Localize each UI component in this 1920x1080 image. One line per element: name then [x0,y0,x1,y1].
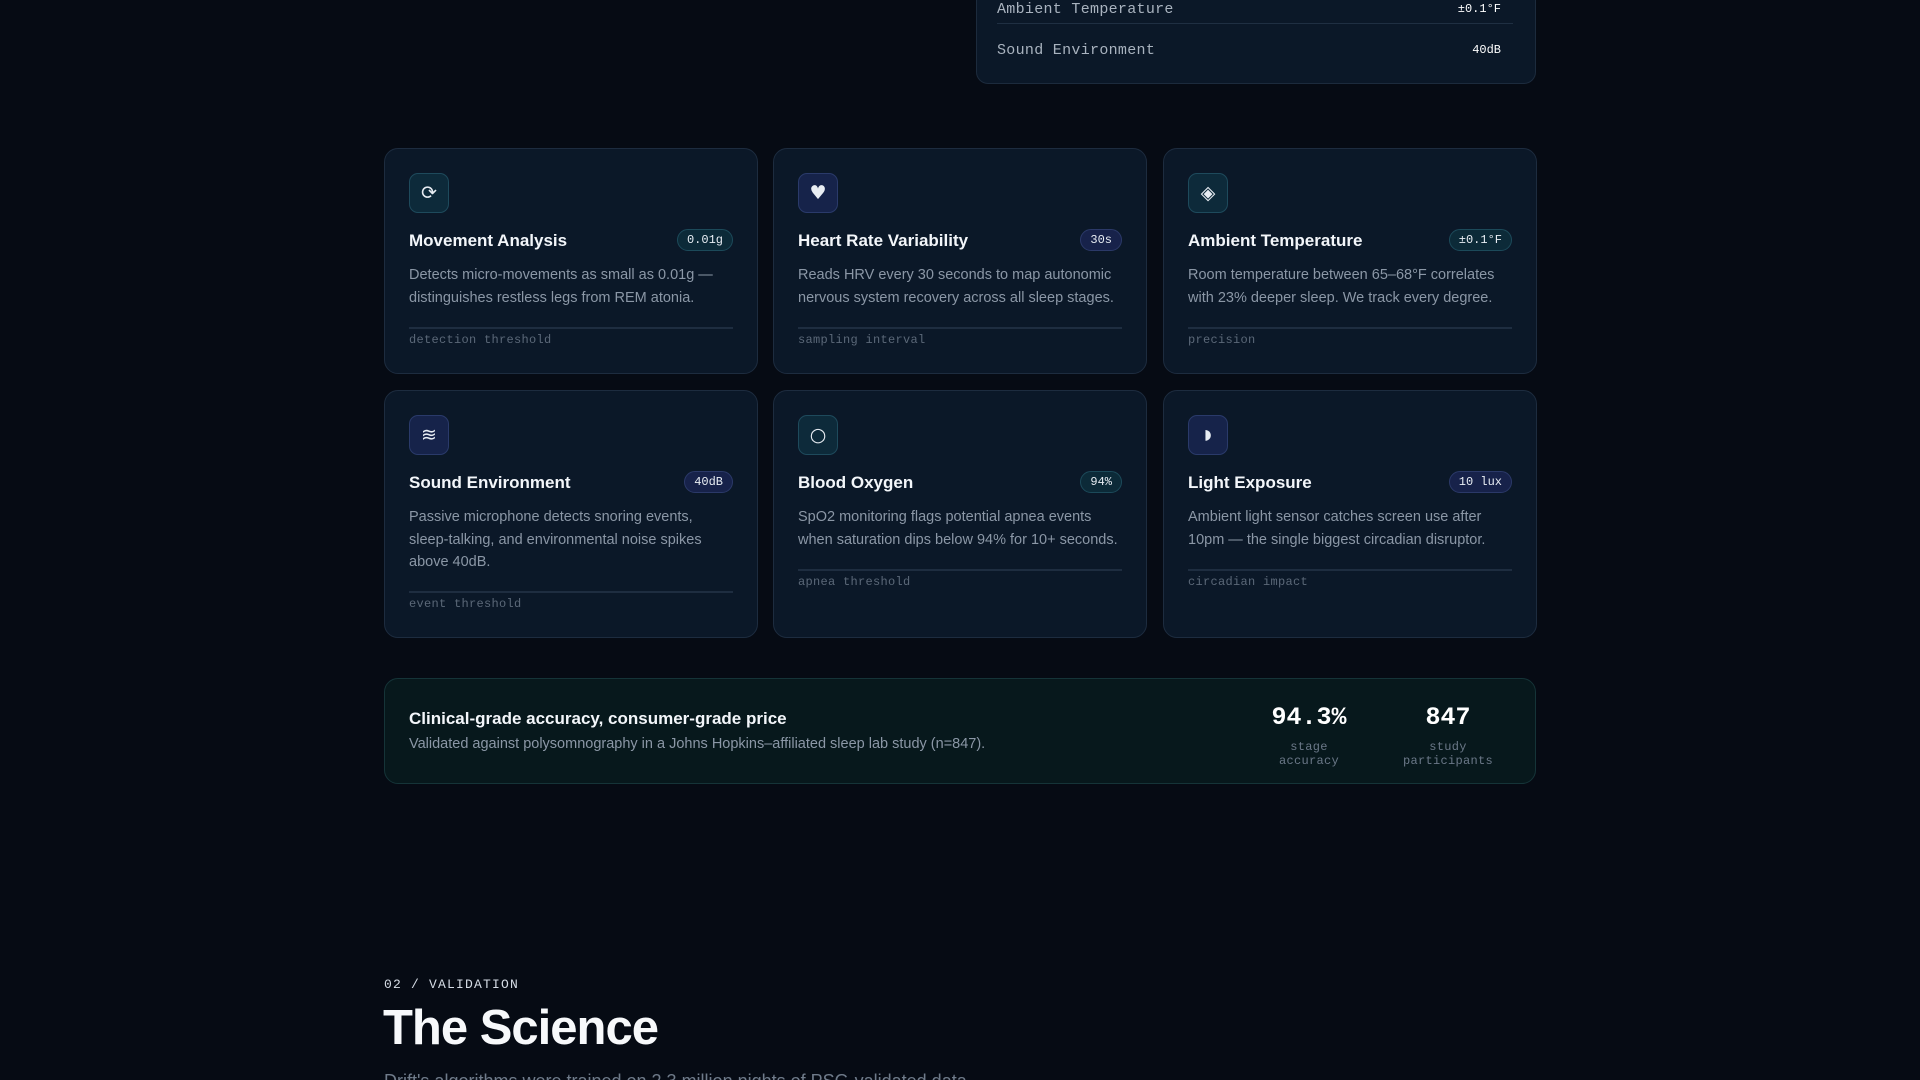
feature-divider [1188,327,1512,329]
feature-description: Reads HRV every 30 seconds to map autono… [798,267,1114,306]
feature-description: Ambient light sensor catches screen use … [1188,509,1486,548]
feature-title: Movement Analysis [409,231,568,250]
feature-card-hrv: ♥ Heart Rate Variability 30s Reads HRV e… [773,148,1147,374]
stat-study-participants: 847 study participants [1381,703,1515,768]
feature-title: Ambient Temperature [1188,231,1363,250]
section-lead: Drift's algorithms were trained on 2.3 m… [384,1071,972,1080]
circle-icon: ○ [798,415,838,455]
feature-card-sound: ≋ Sound Environment 40dB Passive microph… [384,390,758,638]
spec-row: Ambient Temperature ±0.1°F [997,0,1501,19]
feature-footer: circadian impact [1188,575,1309,589]
feature-badge: 30s [1080,229,1122,251]
feature-badge: ±0.1°F [1448,229,1512,251]
feature-title: Sound Environment [409,473,571,492]
rotate-icon: ⟳ [409,173,449,213]
half-moon-icon: ◗ [1188,415,1228,455]
feature-card-light: ◗ Light Exposure 10 lux Ambient light se… [1163,390,1537,638]
feature-badge: 10 lux [1448,471,1512,493]
banner-title: Clinical-grade accuracy, consumer-grade … [409,709,787,728]
stat-value: 847 [1425,703,1471,732]
feature-description: Room temperature between 65–68°F correla… [1188,267,1495,306]
heart-icon: ♥ [798,173,838,213]
feature-description: SpO2 monitoring flags potential apnea ev… [798,509,1118,548]
stat-stage-accuracy: 94.3% stage accuracy [1257,703,1361,768]
feature-footer: event threshold [409,597,522,611]
feature-badge: 40dB [684,471,733,493]
feature-footer: detection threshold [409,333,552,347]
spec-value: 40dB [1472,43,1501,57]
feature-description: Detects micro-movements as small as 0.01… [409,267,713,306]
feature-card-blood-oxygen: ○ Blood Oxygen 94% SpO2 monitoring flags… [773,390,1147,638]
accuracy-banner: Clinical-grade accuracy, consumer-grade … [384,678,1536,784]
feature-divider [798,569,1122,571]
feature-title: Heart Rate Variability [798,231,969,250]
feature-divider [798,327,1122,329]
feature-divider [1188,569,1512,571]
section-title: The Science [383,1001,659,1055]
spec-row: Sound Environment 40dB [997,39,1501,61]
feature-card-temperature: ◈ Ambient Temperature ±0.1°F Room temper… [1163,148,1537,374]
stat-value: 94.3% [1271,703,1347,732]
diamond-icon: ◈ [1188,173,1228,213]
feature-title: Blood Oxygen [798,473,914,492]
spec-panel: Ambient Temperature ±0.1°F Sound Environ… [976,0,1536,84]
spec-label: Ambient Temperature [997,0,1174,18]
feature-badge: 0.01g [676,229,733,251]
feature-footer: precision [1188,333,1256,347]
feature-badge: 94% [1080,471,1122,493]
feature-title: Light Exposure [1188,473,1312,492]
feature-divider [409,327,733,329]
sound-wave-icon: ≋ [409,415,449,455]
feature-description: Passive microphone detects snoring event… [409,509,702,570]
banner-subtitle: Validated against polysomnography in a J… [409,736,986,752]
spec-divider [997,23,1513,24]
feature-footer: sampling interval [798,333,926,347]
spec-label: Sound Environment [997,41,1156,59]
stat-label: study participants [1402,740,1493,768]
feature-divider [409,591,733,593]
feature-card-movement: ⟳ Movement Analysis 0.01g Detects micro-… [384,148,758,374]
section-eyebrow: 02 / VALIDATION [384,977,520,992]
stat-label: stage accuracy [1278,740,1339,768]
feature-footer: apnea threshold [798,575,911,589]
spec-value: ±0.1°F [1457,2,1501,16]
